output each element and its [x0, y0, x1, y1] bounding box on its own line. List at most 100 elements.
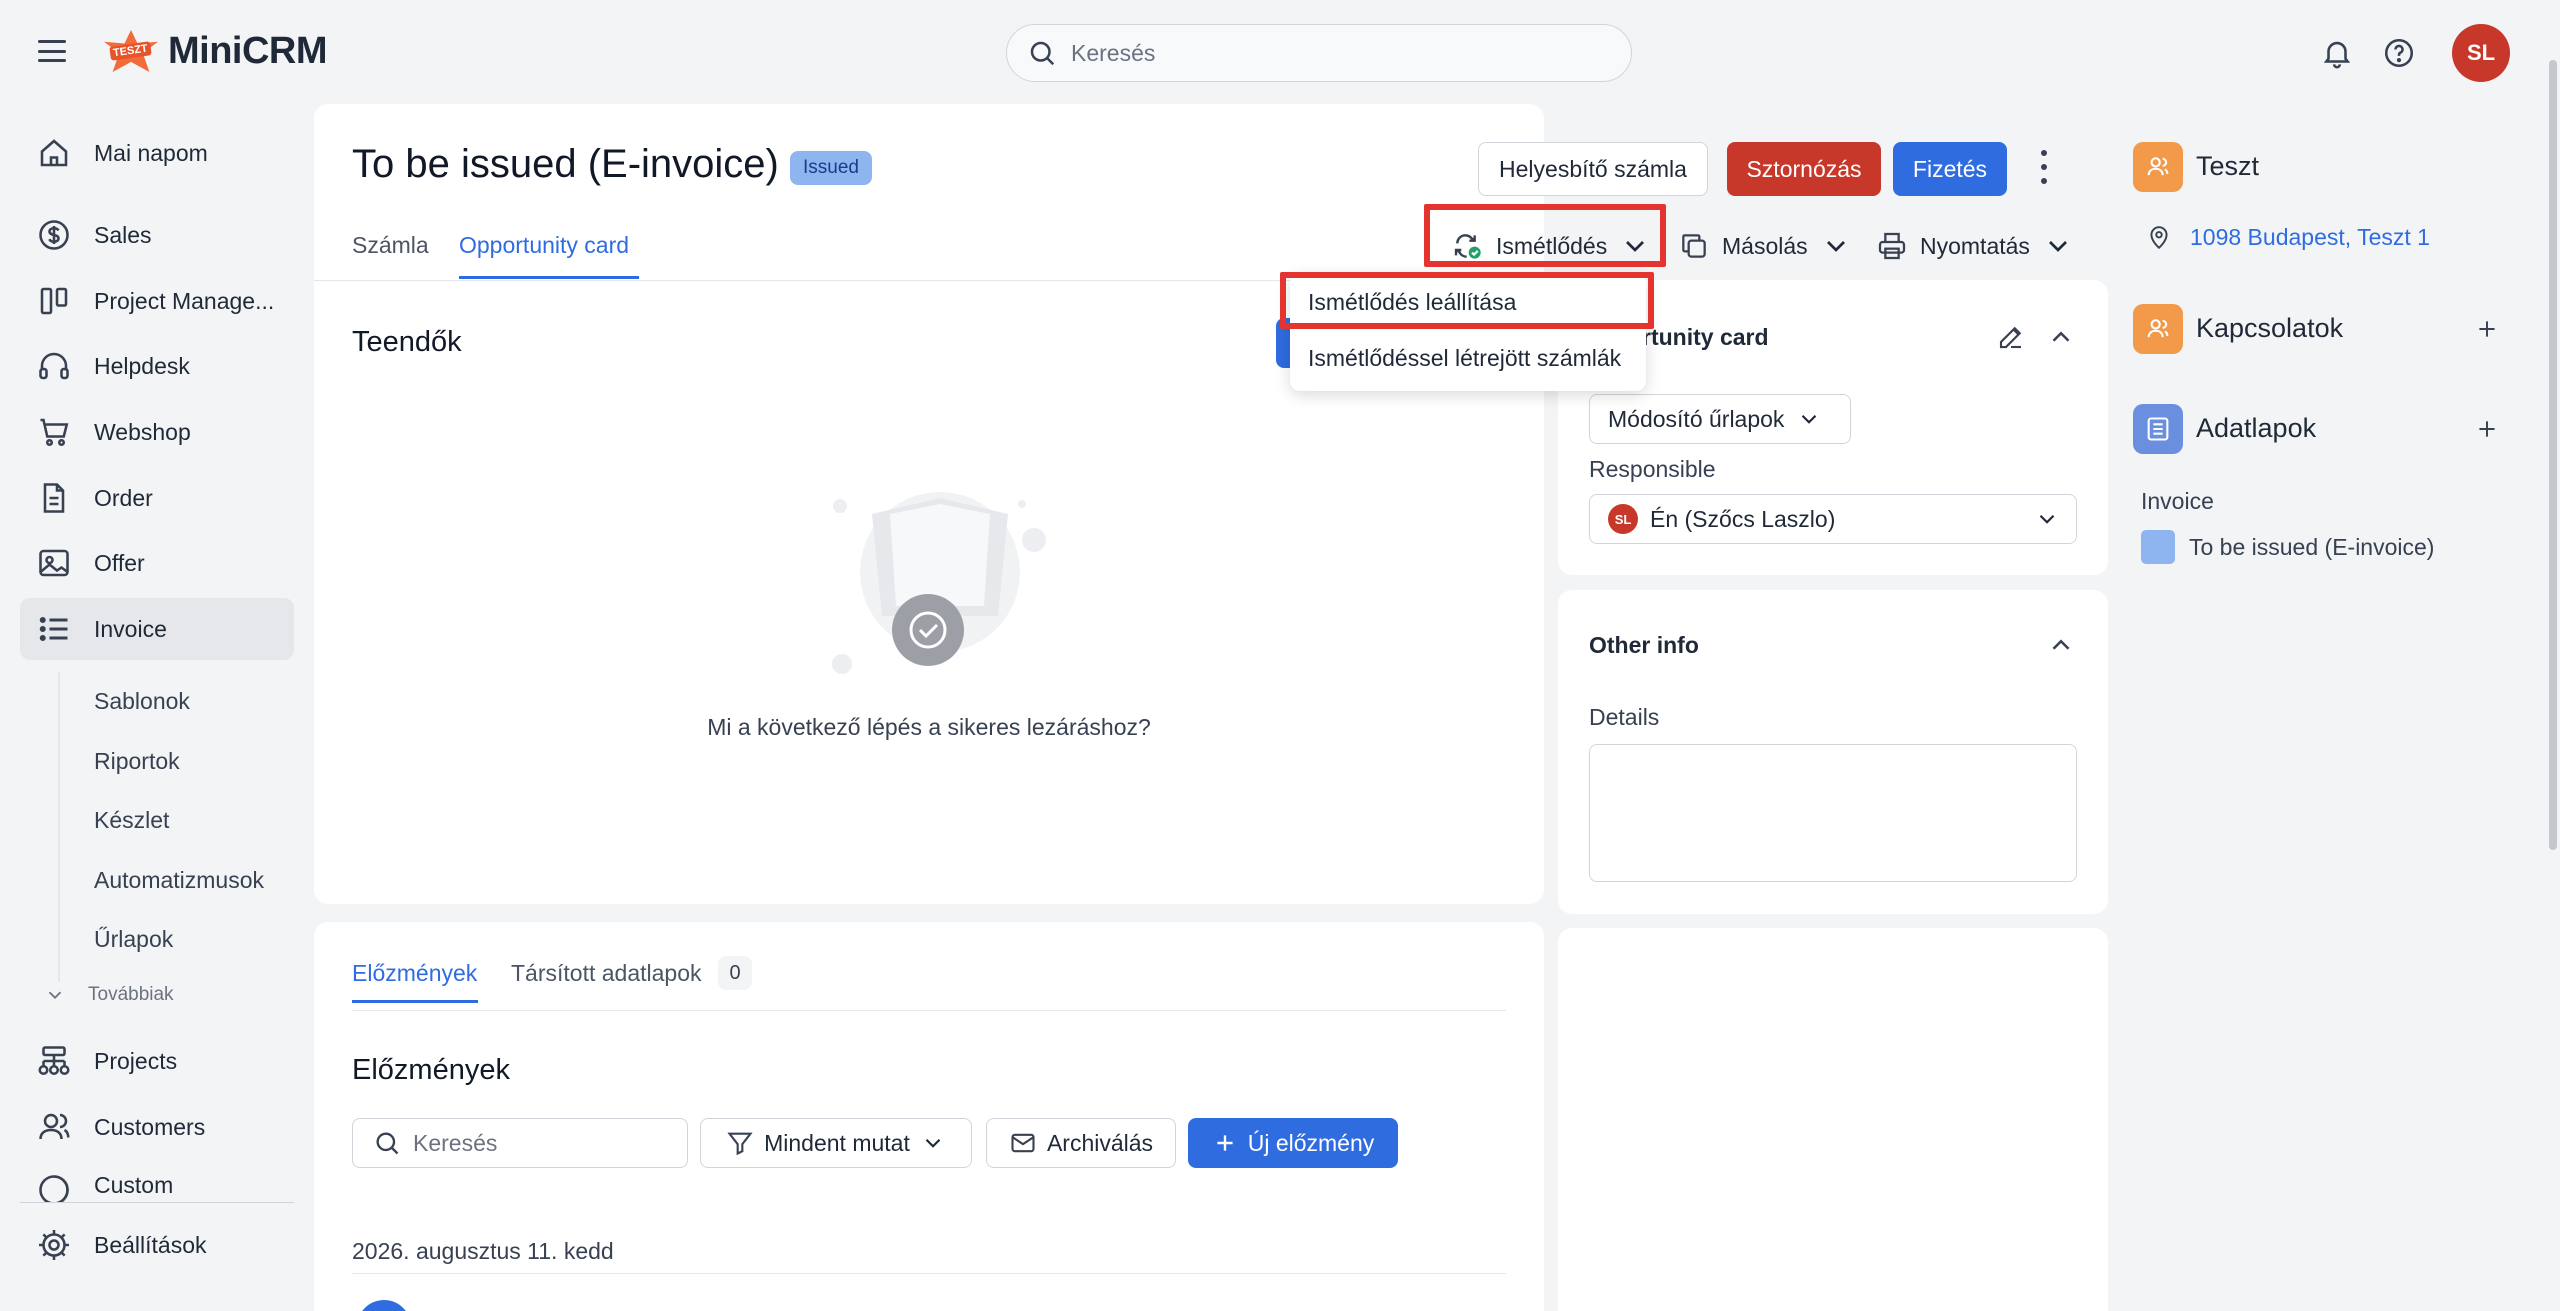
circle-icon — [39, 1175, 69, 1202]
linked-invoice-item[interactable]: To be issued (E-invoice) — [2141, 530, 2434, 564]
sidebar-item-offer[interactable]: Offer — [20, 532, 294, 594]
sidebar-item-settings[interactable]: Beállítások — [20, 1214, 294, 1276]
search-icon — [376, 1132, 399, 1155]
company-address-link[interactable]: 1098 Budapest, Teszt 1 — [2146, 224, 2430, 251]
recurrence-menu-button[interactable]: Ismétlődés — [1452, 226, 1651, 266]
columns-icon — [40, 287, 68, 315]
more-actions-icon[interactable] — [2036, 150, 2052, 184]
history-search[interactable] — [352, 1118, 688, 1168]
history-search-input[interactable] — [413, 1129, 673, 1157]
copy-label: Másolás — [1722, 232, 1808, 259]
chevron-up-icon[interactable] — [2046, 322, 2076, 352]
archive-button[interactable]: Archiválás — [986, 1118, 1176, 1168]
sidebar-more-label: Továbbiak — [88, 984, 174, 1005]
sitemap-icon — [38, 1046, 70, 1076]
details-textarea[interactable] — [1589, 744, 2077, 882]
chevron-down-icon — [1826, 241, 1845, 252]
users-icon — [2147, 157, 2169, 176]
tab-linked-datasheets[interactable]: Társított adatlapok — [511, 960, 702, 987]
cancel-invoice-button[interactable]: Sztornózás — [1727, 142, 1881, 196]
contacts-icon-box — [2133, 304, 2183, 354]
sidebar-item-projects[interactable]: Projects — [20, 1030, 294, 1092]
home-icon — [40, 139, 68, 167]
chevron-down-icon — [925, 1138, 941, 1148]
users-icon — [2147, 319, 2169, 338]
sidebar-item-project-management[interactable]: Project Manage... — [20, 270, 294, 332]
app-logo[interactable]: TESZT MiniCRM — [104, 28, 328, 74]
menu-icon[interactable] — [38, 40, 66, 62]
copy-menu-button[interactable]: Másolás — [1678, 226, 1852, 266]
recurring-invoices-menu-item[interactable]: Ismétlődéssel létrejött számlák — [1308, 345, 1621, 372]
headset-icon — [39, 352, 69, 380]
linked-count-badge: 0 — [718, 956, 752, 990]
bell-icon[interactable] — [2320, 36, 2354, 70]
tab-szamla[interactable]: Számla — [352, 232, 429, 259]
linked-invoice-label: To be issued (E-invoice) — [2189, 533, 2435, 560]
company-name[interactable]: Teszt — [2196, 151, 2259, 182]
gear-icon — [39, 1230, 69, 1260]
global-search-input[interactable] — [1071, 39, 1571, 67]
chevron-down-icon — [2039, 514, 2055, 524]
company-address: 1098 Budapest, Teszt 1 — [2190, 224, 2430, 250]
sidebar-item-label: Beállítások — [94, 1231, 207, 1258]
invoice-group-label: Invoice — [2141, 488, 2214, 514]
sidebar-subitem-sablonok[interactable]: Sablonok — [94, 688, 190, 715]
add-todo-button[interactable] — [1276, 318, 1290, 368]
invoice-color-swatch — [2141, 530, 2175, 564]
contacts-title: Kapcsolatok — [2196, 313, 2344, 343]
plus-icon — [1217, 1135, 1233, 1151]
edit-icon[interactable] — [1996, 322, 2026, 352]
add-datasheet-plus-icon[interactable] — [2474, 416, 2500, 442]
filter-icon — [727, 1132, 753, 1156]
chevron-down-icon — [48, 991, 62, 1000]
sidebar-item-label: Order — [94, 484, 153, 511]
sidebar-item-label: Webshop — [94, 418, 191, 445]
tab-opportunity-card[interactable]: Opportunity card — [459, 232, 629, 259]
sidebar-divider — [20, 1202, 294, 1203]
recurrence-dropdown-menu: Ismétlődés leállítása Ismétlődéssel létr… — [1290, 273, 1646, 391]
new-history-label: Új előzmény — [1247, 1129, 1375, 1156]
chevron-down-icon — [2048, 241, 2067, 252]
payment-button[interactable]: Fizetés — [1893, 142, 2007, 196]
sidebar-subitem-riportok[interactable]: Riportok — [94, 748, 180, 775]
tabs-divider — [352, 1010, 1506, 1011]
sidebar-item-order[interactable]: Order — [20, 467, 294, 529]
avatar: SL — [1608, 504, 1638, 534]
chevron-up-icon[interactable] — [2046, 630, 2076, 660]
print-menu-button[interactable]: Nyomtatás — [1876, 226, 2074, 266]
sidebar-item-mai-napom[interactable]: Mai napom — [20, 122, 294, 184]
sidebar-item-webshop[interactable]: Webshop — [20, 401, 294, 463]
history-title: Előzmények — [352, 1054, 510, 1086]
chevron-down-icon — [1802, 414, 1817, 424]
scrollbar-thumb[interactable] — [2549, 60, 2557, 850]
global-search[interactable] — [1006, 24, 1632, 82]
archive-label: Archiválás — [1046, 1129, 1154, 1156]
users-icon — [39, 1113, 70, 1140]
active-tab-indicator — [459, 276, 639, 279]
stop-recurrence-menu-item[interactable]: Ismétlődés leállítása — [1308, 289, 1516, 316]
add-contact-plus-icon[interactable] — [2474, 316, 2500, 342]
responsible-select[interactable]: SL Én (Szőcs Laszlo) — [1589, 494, 2077, 544]
sidebar-item-helpdesk[interactable]: Helpdesk — [20, 335, 294, 397]
tab-history[interactable]: Előzmények — [352, 960, 477, 987]
sidebar-item-custom[interactable]: Custom — [20, 1162, 294, 1202]
sidebar-subitem-automatizmusok[interactable]: Automatizmusok — [94, 867, 264, 894]
sidebar-subitem-urlapok[interactable]: Űrlapok — [94, 926, 173, 953]
sidebar-item-sales[interactable]: Sales — [20, 204, 294, 266]
cart-icon — [40, 418, 69, 447]
top-bar: TESZT MiniCRM SL — [0, 0, 2560, 108]
sidebar-more-toggle[interactable]: Továbbiak — [44, 984, 174, 1006]
opportunity-panel-title: rtunity card — [1642, 324, 1769, 350]
document-icon — [43, 483, 65, 513]
filter-dropdown[interactable]: Mindent mutat — [700, 1118, 972, 1168]
help-icon[interactable] — [2382, 36, 2416, 70]
correction-invoice-button[interactable]: Helyesbítő számla — [1478, 142, 1708, 196]
user-avatar[interactable]: SL — [2452, 24, 2510, 82]
status-badge: Issued — [790, 151, 872, 185]
new-history-button[interactable]: Új előzmény — [1188, 1118, 1398, 1168]
modifier-forms-dropdown[interactable]: Módosító űrlapok — [1589, 394, 1851, 444]
sidebar-item-customers[interactable]: Customers — [20, 1096, 294, 1158]
sidebar-subitem-keszlet[interactable]: Készlet — [94, 807, 169, 834]
submenu-line — [58, 672, 60, 982]
sidebar-item-invoice[interactable]: Invoice — [20, 598, 294, 660]
